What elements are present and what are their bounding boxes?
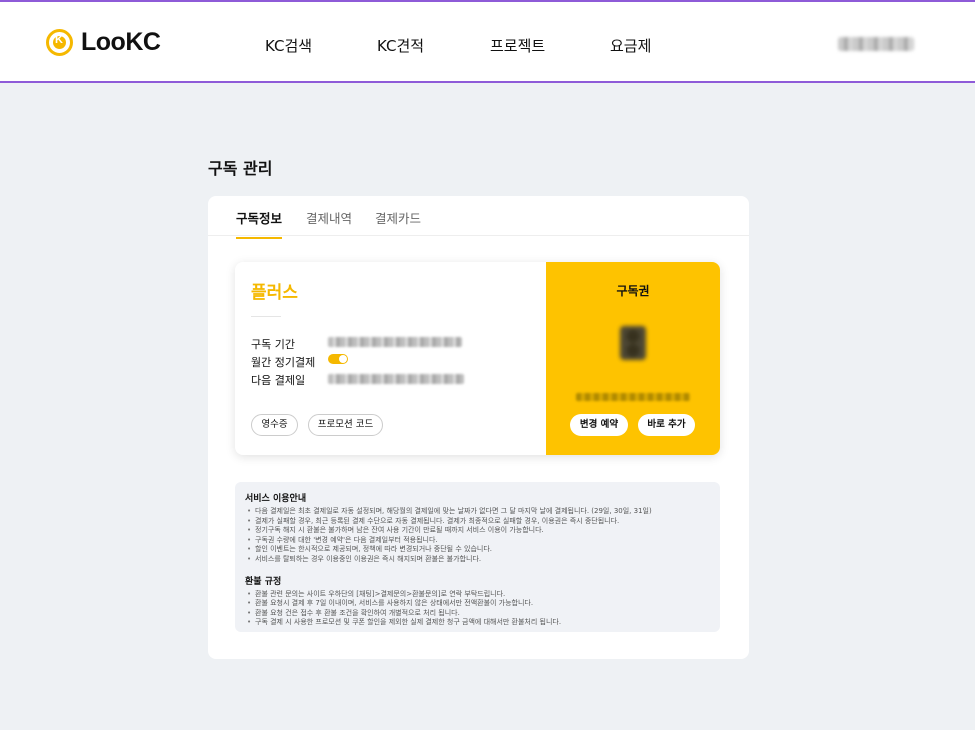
nav-project[interactable]: 프로젝트 xyxy=(490,35,545,56)
list-item: 다음 결제일은 최초 결제일로 자동 설정되며, 해당월의 결제일에 맞는 날짜… xyxy=(245,507,710,517)
plan-name: 플러스 xyxy=(251,283,298,303)
logo[interactable]: LooKC xyxy=(46,28,161,57)
nav-kc-search[interactable]: KC검색 xyxy=(265,35,312,56)
logo-icon xyxy=(46,29,73,56)
ticket-title: 구독권 xyxy=(616,284,650,298)
tab-subscription-info[interactable]: 구독정보 xyxy=(236,208,283,239)
next-payment-label: 다음 결제일 xyxy=(251,374,306,387)
tab-payment-history[interactable]: 결제내역 xyxy=(306,208,352,237)
refund-policy-title: 환불 규정 xyxy=(245,576,282,587)
page-title: 구독 관리 xyxy=(208,159,273,178)
change-reservation-button[interactable]: 변경 예약 xyxy=(570,414,628,436)
next-payment-value xyxy=(328,374,464,384)
list-item: 환불 요청 건은 접수 후 환불 조건을 확인하여 개별적으로 처리 됩니다. xyxy=(245,609,710,619)
receipt-button[interactable]: 영수증 xyxy=(251,414,298,436)
monthly-payment-toggle[interactable] xyxy=(328,354,348,364)
ticket-subtext xyxy=(576,393,690,401)
list-item: 환불 요청시 결제 후 7일 이내이며, 서비스를 사용하지 않은 상태에서만 … xyxy=(245,599,710,609)
refund-policy-list: 환불 관련 문의는 사이트 우하단의 [채팅]>결제문의>환불문의]로 연락 부… xyxy=(245,590,710,628)
subscription-panel: 구독정보 결제내역 결제카드 플러스 구독 기간 월간 정기결제 다음 결제일 … xyxy=(208,196,749,659)
list-item: 구독 결제 시 사용한 프로모션 및 쿠폰 할인을 제외한 실제 결제한 청구 … xyxy=(245,618,710,628)
nav-kc-estimate[interactable]: KC견적 xyxy=(377,35,424,56)
list-item: 할인 이벤트는 한시적으로 제공되며, 정책에 따라 변경되거나 중단될 수 있… xyxy=(245,545,710,555)
service-notice-list: 다음 결제일은 최초 결제일로 자동 설정되며, 해당월의 결제일에 맞는 날짜… xyxy=(245,507,710,565)
period-value xyxy=(328,337,462,347)
list-item: 서비스를 탈퇴하는 경우 이용중인 이용권은 즉시 해지되며 환불은 불가합니다… xyxy=(245,555,710,565)
ticket-panel: 구독권 변경 예약 바로 추가 xyxy=(546,262,720,455)
list-item: 환불 관련 문의는 사이트 우하단의 [채팅]>결제문의>환불문의]로 연락 부… xyxy=(245,590,710,600)
list-item: 결제가 실패할 경우, 최근 등록된 결제 수단으로 자동 결제됩니다. 결제가… xyxy=(245,517,710,527)
promo-code-button[interactable]: 프로모션 코드 xyxy=(308,414,383,436)
service-notice-title: 서비스 이용안내 xyxy=(245,494,307,504)
period-label: 구독 기간 xyxy=(251,338,295,351)
list-item: 정기구독 해지 시 환불은 불가하며 남은 잔여 사용 기간이 만료될 때까지 … xyxy=(245,526,710,536)
tab-bar: 구독정보 결제내역 결제카드 xyxy=(208,196,749,239)
list-item: 구독권 수량에 대한 '변경 예약'은 다음 결제일부터 적용됩니다. xyxy=(245,536,710,546)
add-now-button[interactable]: 바로 추가 xyxy=(638,414,695,436)
notice-box: 서비스 이용안내 다음 결제일은 최초 결제일로 자동 설정되며, 해당월의 결… xyxy=(235,482,720,632)
top-navigation-bar: LooKC KC검색 KC견적 프로젝트 요금제 xyxy=(0,0,975,83)
nav-pricing[interactable]: 요금제 xyxy=(610,35,651,56)
ticket-count xyxy=(620,326,646,360)
tab-payment-card[interactable]: 결제카드 xyxy=(375,208,421,237)
logo-text: LooKC xyxy=(81,28,161,56)
monthly-payment-label: 월간 정기결제 xyxy=(251,356,316,369)
user-menu[interactable] xyxy=(838,37,914,51)
divider xyxy=(251,316,281,317)
subscription-card: 플러스 구독 기간 월간 정기결제 다음 결제일 영수증 프로모션 코드 구독권… xyxy=(235,262,720,455)
